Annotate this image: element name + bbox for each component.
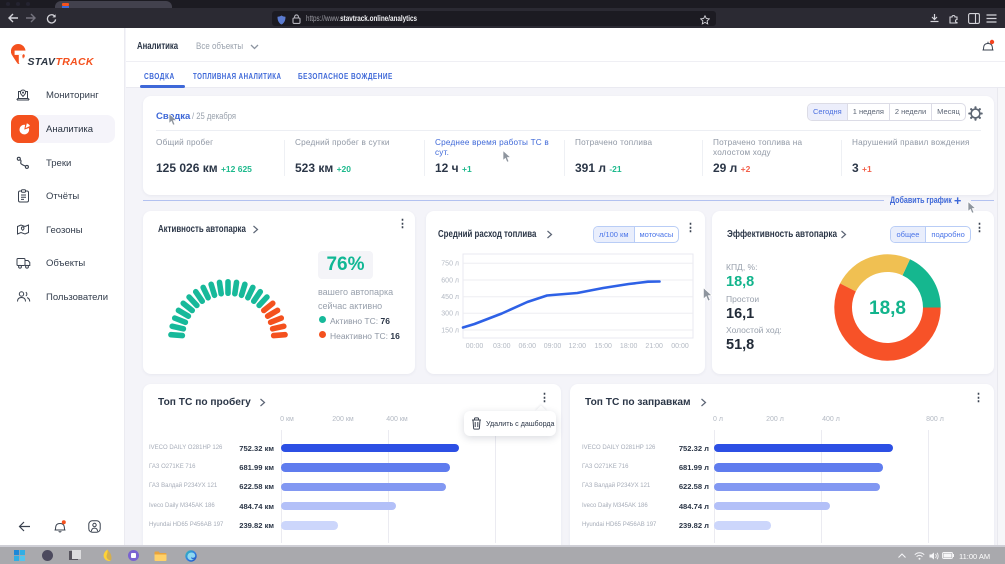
svg-text:00:00: 00:00: [671, 343, 689, 350]
svg-text:21:00: 21:00: [645, 343, 663, 350]
svg-text:03:00: 03:00: [493, 343, 511, 350]
svg-text:18:00: 18:00: [620, 343, 638, 350]
svg-text:750 л: 750 л: [441, 261, 459, 268]
svg-text:09:00: 09:00: [544, 343, 562, 350]
svg-text:600 л: 600 л: [441, 277, 459, 284]
svg-text:TRACK: TRACK: [56, 56, 95, 67]
svg-text:STAV: STAV: [28, 56, 56, 67]
svg-text:18,8: 18,8: [869, 298, 906, 319]
svg-text:300 л: 300 л: [441, 311, 459, 318]
svg-text:06:00: 06:00: [519, 343, 537, 350]
svg-text:00:00: 00:00: [466, 343, 484, 350]
svg-text:450 л: 450 л: [441, 294, 459, 301]
svg-text:150 л: 150 л: [441, 327, 459, 334]
svg-text:15:00: 15:00: [594, 343, 612, 350]
svg-text:12:00: 12:00: [569, 343, 587, 350]
